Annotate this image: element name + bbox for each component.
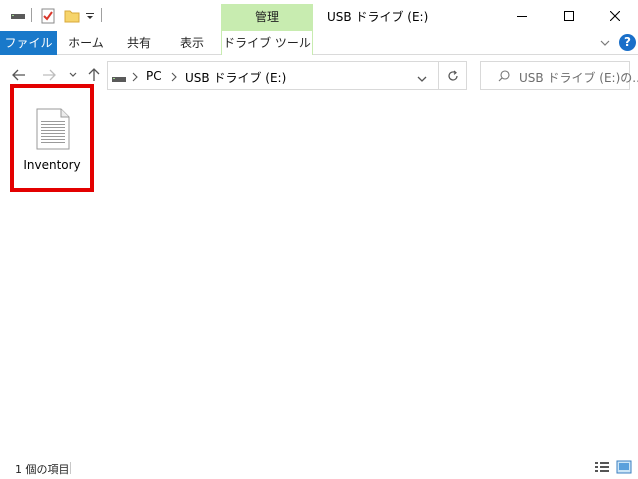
file-item-inventory[interactable]: Inventory xyxy=(10,84,94,192)
arrow-up-icon xyxy=(88,68,100,81)
refresh-button[interactable] xyxy=(439,61,467,90)
chevron-down-icon xyxy=(69,72,77,77)
large-icons-view-icon xyxy=(616,460,632,474)
maximize-button[interactable] xyxy=(546,0,592,31)
customize-quick-access-icon[interactable] xyxy=(85,7,95,25)
forward-button[interactable] xyxy=(41,67,57,83)
help-button[interactable]: ? xyxy=(619,34,636,51)
arrow-left-icon xyxy=(12,69,25,81)
text-document-icon xyxy=(36,108,70,153)
tab-view[interactable]: 表示 xyxy=(169,31,215,55)
large-icons-view-button[interactable] xyxy=(616,460,632,474)
tab-drive-tools[interactable]: ドライブ ツール xyxy=(221,31,313,55)
properties-icon[interactable] xyxy=(41,7,55,25)
breadcrumb-chevron-icon[interactable] xyxy=(132,71,138,85)
minimize-icon xyxy=(517,15,527,17)
arrow-right-icon xyxy=(43,69,56,81)
search-box[interactable]: USB ドライブ (E:)の... xyxy=(480,61,638,90)
close-icon xyxy=(610,10,620,21)
search-placeholder: USB ドライブ (E:)の... xyxy=(519,71,638,85)
title-bar: 管理 USB ドライブ (E:) xyxy=(0,0,638,31)
tab-home[interactable]: ホーム xyxy=(61,31,111,55)
status-bar: 1 個の項目 xyxy=(0,456,638,479)
quick-access-separator xyxy=(101,8,102,22)
search-icon xyxy=(498,70,510,85)
new-folder-icon[interactable] xyxy=(64,7,80,25)
minimize-button[interactable] xyxy=(499,0,545,31)
ribbon-tab-bar: ファイル ホーム 共有 表示 ドライブ ツール ? xyxy=(0,31,638,55)
drive-icon xyxy=(112,72,126,86)
file-name-label: Inventory xyxy=(23,158,81,172)
close-button[interactable] xyxy=(592,0,638,31)
recent-locations-button[interactable] xyxy=(67,67,79,83)
contextual-tab-header: 管理 xyxy=(221,4,313,31)
breadcrumb-item-usb-drive[interactable]: USB ドライブ (E:) xyxy=(185,69,286,86)
window-title: USB ドライブ (E:) xyxy=(327,10,429,24)
chevron-down-icon xyxy=(600,40,610,46)
up-button[interactable] xyxy=(87,67,101,83)
tab-file[interactable]: ファイル xyxy=(0,31,57,55)
drive-icon xyxy=(10,7,26,25)
back-button[interactable] xyxy=(11,67,27,83)
breadcrumb-item-pc[interactable]: PC xyxy=(146,69,162,83)
address-history-button[interactable] xyxy=(416,72,428,86)
maximize-icon xyxy=(564,10,574,21)
details-view-button[interactable] xyxy=(594,460,610,474)
chevron-down-icon xyxy=(417,76,427,82)
details-view-icon xyxy=(595,462,609,472)
refresh-icon xyxy=(447,70,458,81)
item-count: 1 個の項目 xyxy=(15,463,70,476)
tab-share[interactable]: 共有 xyxy=(117,31,161,55)
quick-access-separator xyxy=(31,8,32,22)
status-separator xyxy=(70,462,71,474)
breadcrumb-chevron-icon[interactable] xyxy=(171,71,177,85)
address-bar[interactable]: PC USB ドライブ (E:) xyxy=(107,61,439,90)
expand-ribbon-button[interactable] xyxy=(599,36,611,50)
